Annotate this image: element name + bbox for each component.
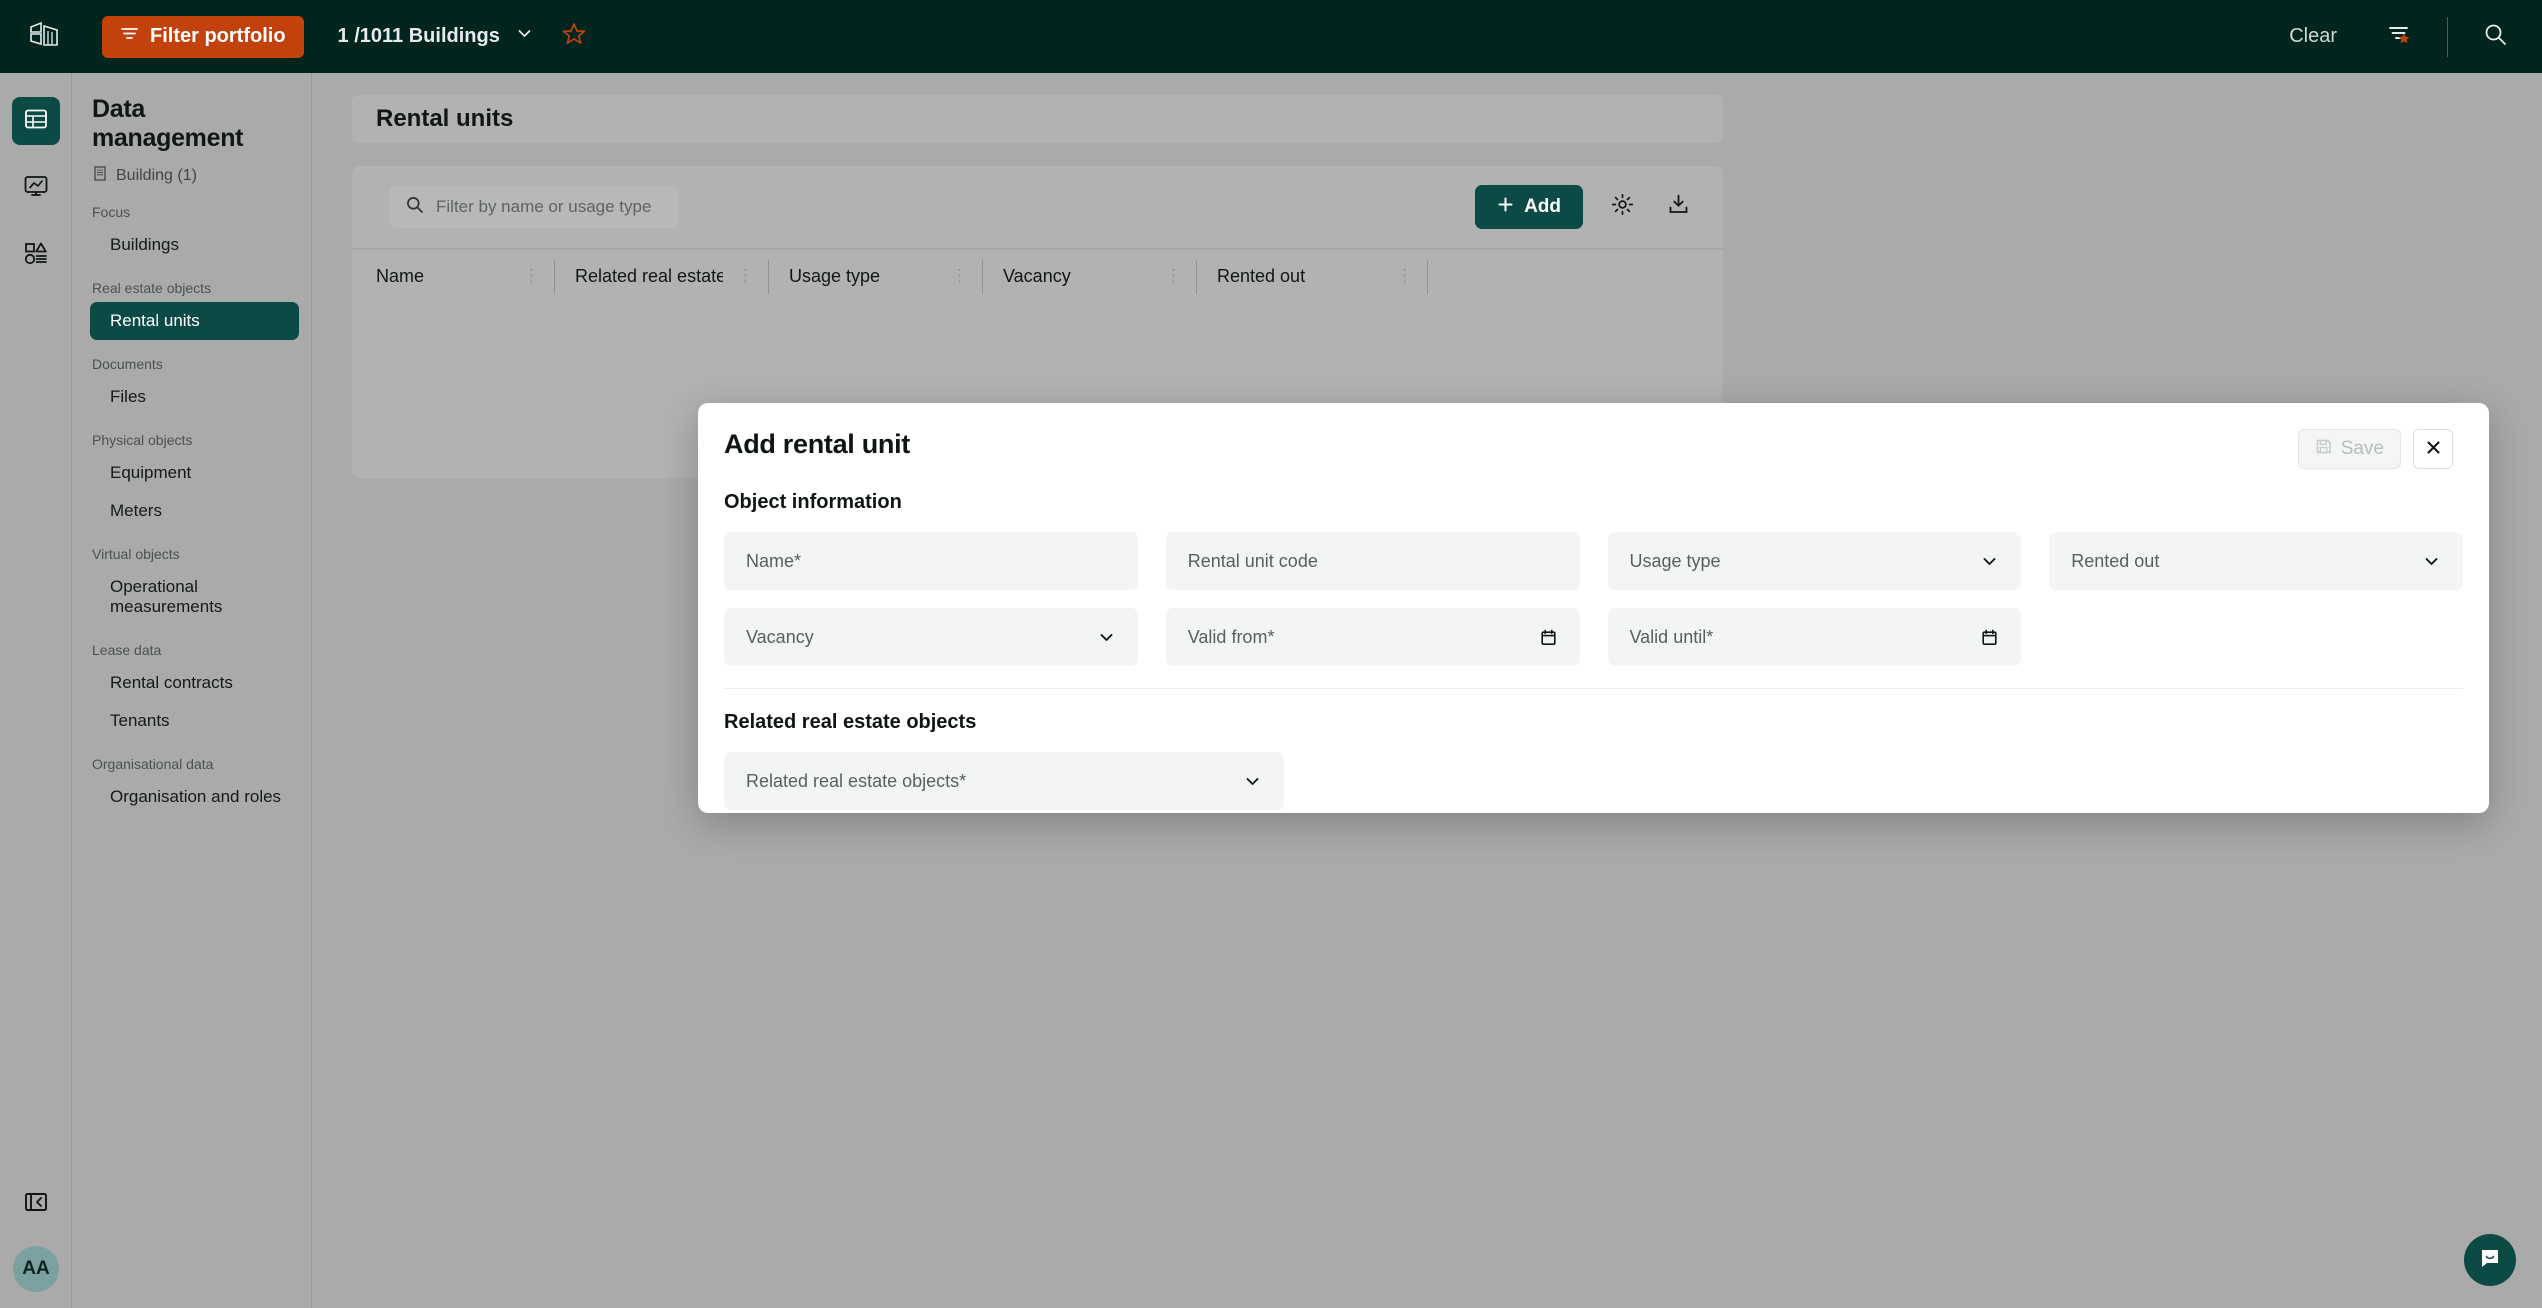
topbar-divider (2447, 16, 2448, 57)
valid-from-date-field[interactable]: Valid from* (1165, 608, 1580, 666)
modal-overlay: Add rental unit Save Object information … (313, 73, 2542, 1308)
sidebar-group-physical-objects: Physical objects Equipment Meters (72, 416, 311, 530)
filter-lines-icon (120, 24, 139, 49)
sidebar-item-buildings[interactable]: Buildings (90, 226, 299, 264)
valid-until-date-field[interactable]: Valid until* (1607, 608, 2022, 666)
sidebar-title: Data management (92, 95, 244, 152)
sidebar-context-label: Building (1) (116, 166, 197, 184)
sidebar-item-tenants[interactable]: Tenants (90, 702, 299, 740)
icon-rail: AA (0, 73, 72, 1308)
close-dialog-button[interactable] (2413, 429, 2453, 469)
rental-unit-code-label: Rental unit code (1187, 550, 1318, 571)
search-icon (2482, 21, 2508, 52)
star-outline-icon (561, 21, 587, 52)
vacancy-select[interactable]: Vacancy (724, 608, 1138, 666)
vacancy-label: Vacancy (746, 626, 814, 647)
sidebar-group-label: Lease data (92, 642, 162, 658)
related-real-estate-objects-label: Related real estate objects* (746, 770, 967, 791)
form-row-3: Related real estate objects* (698, 734, 2489, 810)
save-button[interactable]: Save (2297, 429, 2401, 469)
usage-type-select[interactable]: Usage type (1607, 532, 2022, 590)
sidebar-group-label: Real estate objects (92, 280, 212, 296)
save-button-label: Save (2340, 438, 2384, 459)
sidebar-group-virtual-objects: Virtual objects Operational measurements (72, 530, 311, 626)
filter-portfolio-label: Filter portfolio (150, 25, 286, 47)
app-logo[interactable] (8, 20, 80, 54)
building-icon (92, 165, 108, 186)
calendar-icon[interactable] (1980, 628, 1999, 647)
sidebar-group-label: Documents (92, 356, 163, 372)
chevron-down-icon (2422, 552, 2441, 571)
avatar-initials: AA (22, 1258, 50, 1279)
buildings-count-label: 1 /1011 Buildings (337, 25, 500, 47)
valid-from-label: Valid from* (1187, 626, 1275, 647)
collapse-panel-icon (23, 1189, 49, 1220)
sidebar-group-label: Focus (92, 204, 131, 220)
filter-portfolio-button[interactable]: Filter portfolio (102, 15, 304, 58)
sidebar-group-focus: Focus Buildings (72, 188, 311, 264)
rented-out-select[interactable]: Rented out (2049, 532, 2463, 590)
chevron-down-icon (1980, 552, 1999, 571)
related-real-estate-objects-select[interactable]: Related real estate objects* (724, 752, 1284, 810)
buildings-count-selector[interactable]: 1 /1011 Buildings (338, 25, 533, 48)
table-grid-icon (23, 106, 49, 137)
sidebar-group-label: Virtual objects (92, 546, 180, 562)
sidebar-group-label: Physical objects (92, 432, 193, 448)
global-search-button[interactable] (2482, 21, 2508, 52)
sidebar-group-real-estate-objects: Real estate objects Rental units (72, 264, 311, 340)
app-root: Filter portfolio 1 /1011 Buildings Clear (0, 0, 2542, 1308)
form-row-2: Vacancy Valid from* Valid until* (698, 590, 2489, 666)
sidebar-group-documents: Documents Files (72, 340, 311, 416)
main-content: Rental units Filter by name or usage typ… (313, 73, 2542, 1308)
calendar-icon[interactable] (1539, 628, 1558, 647)
dialog-title: Add rental unit (724, 429, 910, 459)
chat-bubble-icon (2476, 1244, 2504, 1277)
save-disk-icon (2315, 438, 2332, 461)
sidebar-item-rental-units[interactable]: Rental units (90, 302, 299, 340)
form-row-1: Name* Rental unit code Usage type Rented… (698, 514, 2489, 590)
sidebar-group-organisational-data: Organisational data Organisation and rol… (72, 740, 311, 816)
shapes-list-icon (23, 240, 49, 271)
user-avatar[interactable]: AA (13, 1246, 59, 1292)
support-chat-button[interactable] (2464, 1234, 2516, 1286)
add-rental-unit-dialog: Add rental unit Save Object information … (698, 403, 2489, 813)
sidebar-group-label: Organisational data (92, 756, 214, 772)
chevron-down-icon (1097, 628, 1116, 647)
valid-until-label: Valid until* (1629, 626, 1714, 647)
favorite-portfolio-button[interactable] (561, 21, 587, 52)
clear-filters-button[interactable]: Clear (2275, 17, 2351, 56)
filter-star-icon (2385, 20, 2413, 53)
saved-filters-button[interactable] (2385, 20, 2413, 53)
usage-type-label: Usage type (1629, 550, 1721, 571)
chevron-down-icon (1243, 772, 1262, 791)
close-icon (2426, 438, 2441, 461)
rental-unit-code-field[interactable]: Rental unit code (1165, 532, 1580, 590)
section-title-related-real-estate-objects: Related real estate objects (724, 711, 977, 733)
sidebar-group-lease-data: Lease data Rental contracts Tenants (72, 626, 311, 740)
name-field-label: Name* (746, 550, 802, 571)
name-field[interactable]: Name* (724, 532, 1138, 590)
sidebar-item-files[interactable]: Files (90, 378, 299, 416)
dialog-header: Add rental unit Save (698, 403, 2489, 469)
rail-item-data-management[interactable] (11, 97, 60, 145)
rail-bottom: AA (0, 1189, 72, 1308)
sidebar-item-rental-contracts[interactable]: Rental contracts (90, 664, 299, 702)
dialog-actions: Save (2297, 429, 2453, 469)
topbar-right-actions: Clear (2275, 16, 2542, 57)
rail-item-monitoring[interactable] (12, 164, 60, 212)
chevron-down-icon (516, 25, 533, 48)
top-bar: Filter portfolio 1 /1011 Buildings Clear (0, 0, 2542, 73)
sidebar-item-meters[interactable]: Meters (90, 492, 299, 530)
rail-item-objects[interactable] (12, 231, 60, 279)
sidebar-item-organisation-and-roles[interactable]: Organisation and roles (90, 778, 299, 816)
monitor-chart-icon (23, 173, 49, 204)
sidebar-item-operational-measurements[interactable]: Operational measurements (90, 568, 299, 626)
sidebar-context[interactable]: Building (1) (72, 153, 311, 188)
sidebar: Data management Building (1) Focus Build… (72, 73, 312, 1308)
sidebar-item-equipment[interactable]: Equipment (90, 454, 299, 492)
rented-out-label: Rented out (2071, 550, 2160, 571)
section-title-object-information: Object information (724, 491, 902, 513)
collapse-sidebar-button[interactable] (23, 1189, 49, 1220)
